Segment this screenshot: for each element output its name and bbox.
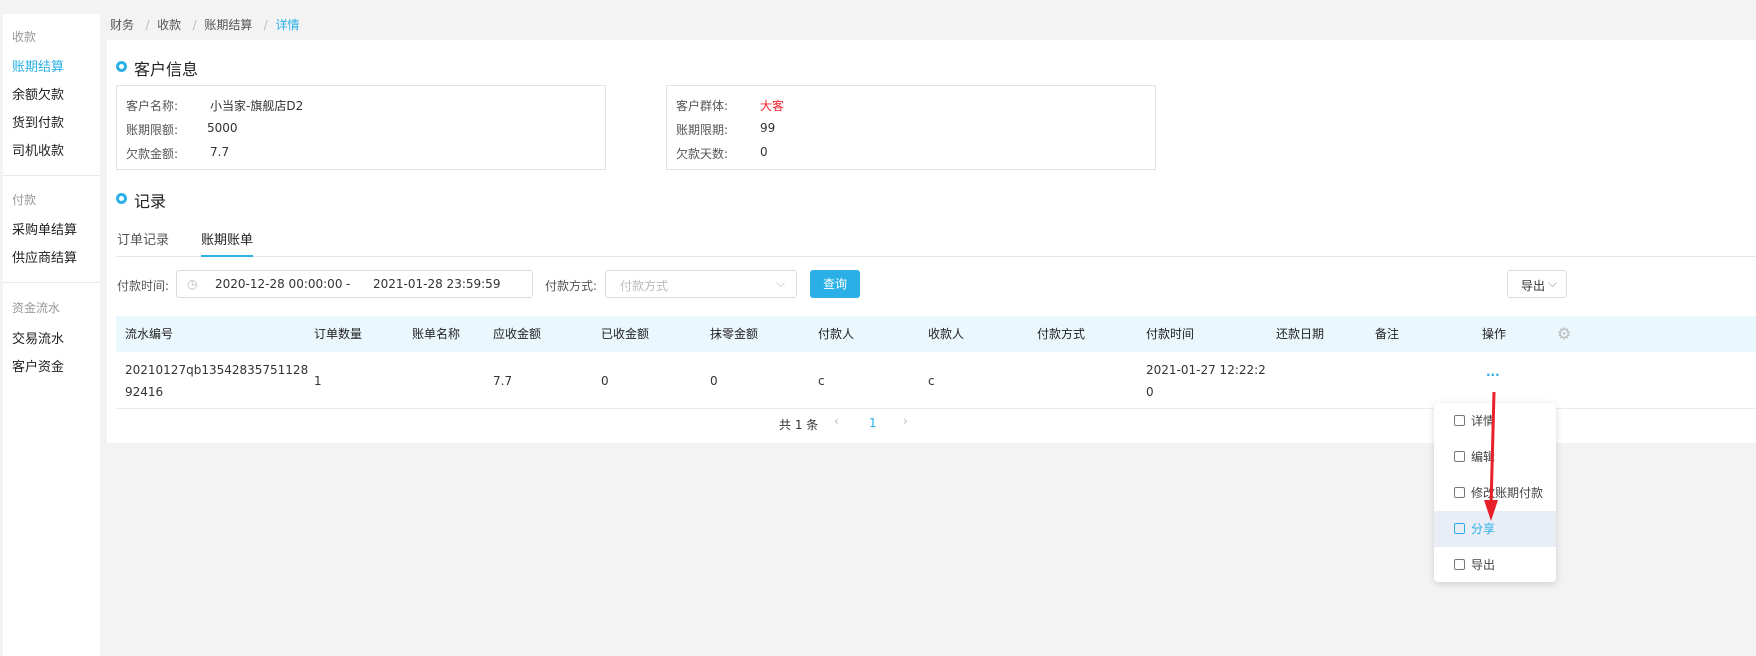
cell-order-count: 1	[314, 374, 322, 388]
sidebar-item-period-settlement[interactable]: 账期结算	[12, 56, 64, 75]
export-dropdown[interactable]: 导出 ⌵	[1507, 270, 1567, 298]
column-header: 付款方式	[1037, 327, 1086, 341]
sidebar: 收款 账期结算 余额欠款 货到付款 司机收款 付款 采购单结算 供应商结算 资金…	[3, 14, 100, 656]
more-actions-button[interactable]: ···	[1486, 368, 1500, 382]
sidebar-group-receipt: 收款	[12, 30, 37, 44]
label-debt-amount: 欠款金额:	[126, 147, 179, 161]
column-header: 备注	[1375, 327, 1400, 341]
chevron-down-icon: ⌵	[776, 276, 786, 290]
cell-payee: c	[928, 374, 935, 388]
date-range-picker[interactable]: ◷ 2020-12-28 00:00:00 - 2021-01-28 23:59…	[176, 270, 533, 298]
column-header: 付款时间	[1146, 327, 1195, 341]
sidebar-item-purchase-settlement[interactable]: 采购单结算	[12, 219, 77, 238]
cell-receivable: 7.7	[493, 374, 513, 388]
pagination-total: 共 1 条	[779, 418, 819, 432]
divider	[3, 175, 100, 176]
sidebar-group-payment: 付款	[12, 193, 37, 207]
value-debt-days: 0	[760, 145, 768, 159]
value-credit-limit: 5000	[207, 121, 238, 135]
sidebar-item-supplier-settlement[interactable]: 供应商结算	[12, 247, 77, 266]
menu-label: 导出	[1471, 558, 1496, 572]
menu-item-export[interactable]: 导出	[1434, 547, 1556, 583]
breadcrumb-detail: 详情	[275, 18, 300, 32]
value-customer-name: 小当家-旗舰店D2	[210, 99, 304, 113]
value-debt-amount: 7.7	[210, 145, 230, 159]
column-header: 付款人	[818, 327, 855, 341]
start-date[interactable]: 2020-12-28 00:00:00	[215, 277, 342, 291]
prev-page-icon[interactable]: ‹	[834, 414, 839, 428]
tab-period-bills[interactable]: 账期账单	[201, 229, 253, 248]
sidebar-item-cod[interactable]: 货到付款	[12, 112, 64, 131]
next-page-icon[interactable]: ›	[903, 414, 908, 428]
breadcrumb: 财务 / 收款 / 账期结算 / 详情	[110, 18, 300, 32]
payment-method-select[interactable]: 付款方式 ⌵	[605, 270, 797, 298]
cell-pay-time: 2021-01-27 12:22:2	[1146, 363, 1266, 377]
export-icon	[1454, 559, 1465, 570]
tab-active-indicator	[201, 255, 253, 257]
column-header: 收款人	[928, 327, 965, 341]
query-button[interactable]: 查询	[810, 270, 860, 298]
column-header: 抹零金额	[710, 327, 759, 341]
sidebar-item-driver-receipt[interactable]: 司机收款	[12, 140, 64, 159]
customer-info-right: 客户群体: 大客 账期限期: 99 欠款天数: 0	[666, 85, 1156, 170]
tabs-divider	[116, 256, 1756, 257]
label-customer-group: 客户群体:	[676, 99, 729, 113]
cell-serial-cont: 92416	[125, 385, 164, 399]
column-header: 账单名称	[412, 327, 461, 341]
divider	[3, 282, 100, 283]
gear-icon[interactable]: ⚙	[1557, 324, 1571, 343]
payment-method-placeholder: 付款方式	[620, 279, 669, 293]
column-header: 应收金额	[493, 327, 542, 341]
cell-received: 0	[601, 374, 609, 388]
value-customer-group: 大客	[760, 99, 785, 113]
sidebar-item-transactions[interactable]: 交易流水	[12, 328, 64, 347]
sidebar-item-balance-debt[interactable]: 余额欠款	[12, 84, 64, 103]
document-icon	[1454, 415, 1465, 426]
cell-serial: 20210127qb13542835751128	[125, 363, 309, 377]
column-header: 还款日期	[1276, 327, 1325, 341]
tab-order-records[interactable]: 订单记录	[117, 229, 169, 248]
label-customer-name: 客户名称:	[126, 99, 179, 113]
customer-info-title: 客户信息	[134, 60, 199, 79]
column-header: 已收金额	[601, 327, 650, 341]
column-header: 操作	[1482, 327, 1507, 341]
payment-time-label: 付款时间:	[117, 279, 170, 293]
column-header: 流水编号	[125, 327, 174, 341]
edit-icon	[1454, 487, 1465, 498]
chevron-down-icon: ⌵	[1548, 276, 1558, 290]
range-separator: -	[346, 277, 351, 291]
share-icon	[1454, 523, 1465, 534]
section-marker-icon	[116, 193, 127, 204]
export-label: 导出	[1521, 279, 1546, 293]
red-arrow-annotation	[1484, 391, 1498, 521]
label-debt-days: 欠款天数:	[676, 147, 729, 161]
cell-pay-time-cont: 0	[1146, 385, 1154, 399]
label-credit-limit: 账期限额:	[126, 123, 179, 137]
page-1[interactable]: 1	[869, 416, 877, 430]
cell-rounding: 0	[710, 374, 718, 388]
sidebar-item-customer-funds[interactable]: 客户资金	[12, 356, 64, 375]
records-title: 记录	[134, 192, 167, 211]
edit-icon	[1454, 451, 1465, 462]
breadcrumb-receipt[interactable]: 收款	[157, 18, 181, 32]
cell-payer: c	[818, 374, 825, 388]
label-credit-term: 账期限期:	[676, 123, 729, 137]
customer-info-left: 客户名称: 小当家-旗舰店D2 账期限额: 5000 欠款金额: 7.7	[116, 85, 606, 170]
payment-method-label: 付款方式:	[545, 279, 598, 293]
section-marker-icon	[116, 61, 127, 72]
breadcrumb-settlement[interactable]: 账期结算	[204, 18, 252, 32]
sidebar-group-cashflow: 资金流水	[12, 301, 61, 315]
column-header: 订单数量	[314, 327, 363, 341]
end-date[interactable]: 2021-01-28 23:59:59	[373, 277, 500, 291]
clock-icon: ◷	[187, 277, 198, 291]
breadcrumb-finance[interactable]: 财务	[110, 18, 134, 32]
value-credit-term: 99	[760, 121, 776, 135]
